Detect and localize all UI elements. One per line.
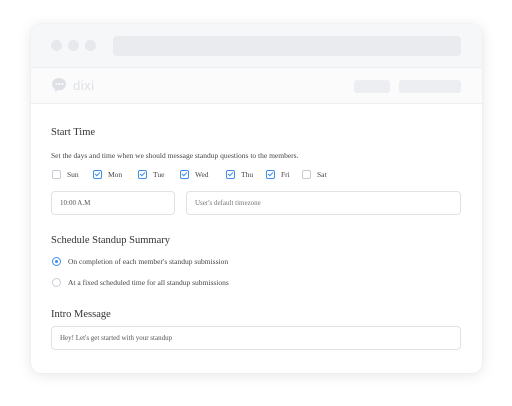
day-checkbox-fri[interactable]: Fri <box>266 170 302 179</box>
logo-icon <box>52 78 66 92</box>
checkbox[interactable] <box>226 170 235 179</box>
day-checkbox-tue[interactable]: Tue <box>138 170 180 179</box>
checkbox[interactable] <box>180 170 189 179</box>
app-header: dixi <box>31 68 482 104</box>
day-checkbox-wed[interactable]: Wed <box>180 170 226 179</box>
radio-button[interactable] <box>52 278 61 287</box>
checkbox[interactable] <box>266 170 275 179</box>
summary-option-fixed-time[interactable]: At a fixed scheduled time for all standu… <box>52 278 229 287</box>
intro-message-field[interactable] <box>51 326 461 350</box>
checkbox[interactable] <box>302 170 311 179</box>
window-maximize-dot[interactable] <box>85 40 96 51</box>
time-input[interactable] <box>60 199 174 207</box>
start-time-heading: Start Time <box>51 127 96 138</box>
timezone-input[interactable] <box>195 199 460 207</box>
days-of-week: Sun Mon Tue Wed Thu Fri Sat <box>52 170 336 179</box>
window-minimize-dot[interactable] <box>68 40 79 51</box>
logo-text: dixi <box>73 77 95 93</box>
day-checkbox-sun[interactable]: Sun <box>52 170 93 179</box>
intro-message-input[interactable] <box>60 334 460 342</box>
nav-item-placeholder[interactable] <box>399 80 461 93</box>
summary-heading: Schedule Standup Summary <box>51 235 170 246</box>
checkbox[interactable] <box>138 170 147 179</box>
day-checkbox-sat[interactable]: Sat <box>302 170 336 179</box>
radio-button[interactable] <box>52 257 61 266</box>
browser-titlebar <box>31 24 482 68</box>
checkbox[interactable] <box>52 170 61 179</box>
logo: dixi <box>50 77 95 93</box>
timezone-field[interactable] <box>186 191 461 215</box>
summary-option-on-completion[interactable]: On completion of each member's standup s… <box>52 257 228 266</box>
window-close-dot[interactable] <box>51 40 62 51</box>
time-field[interactable] <box>51 191 175 215</box>
address-bar[interactable] <box>113 36 461 56</box>
checkbox[interactable] <box>93 170 102 179</box>
day-checkbox-mon[interactable]: Mon <box>93 170 138 179</box>
intro-heading: Intro Message <box>51 309 111 320</box>
day-checkbox-thu[interactable]: Thu <box>226 170 266 179</box>
start-time-description: Set the days and time when we should mes… <box>51 151 299 160</box>
nav-item-placeholder[interactable] <box>354 80 390 93</box>
